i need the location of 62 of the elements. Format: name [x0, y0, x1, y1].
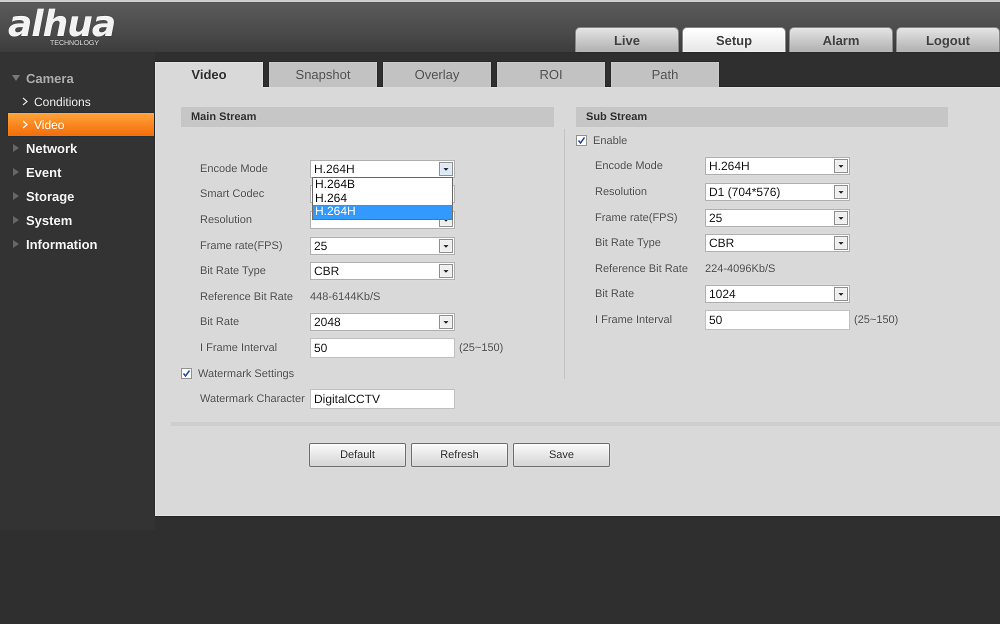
checkbox[interactable] [576, 135, 587, 146]
input-field[interactable]: DigitalCCTV [310, 389, 455, 410]
select-field[interactable]: CBR [310, 262, 455, 280]
input-field[interactable]: 50 [310, 338, 455, 358]
check-icon [182, 369, 191, 378]
sidebar-subitem[interactable]: Conditions [0, 90, 154, 113]
field-label: Resolution [200, 214, 253, 226]
checkbox[interactable] [181, 368, 192, 380]
sidebar-item[interactable]: Camera [26, 70, 74, 86]
range-hint: (25~150) [854, 314, 898, 326]
field-label: Frame rate(FPS) [595, 212, 679, 224]
select-field[interactable]: 25 [705, 208, 850, 227]
field-label: Reference Bit Rate [200, 290, 294, 303]
top-tab[interactable]: Alarm [789, 27, 893, 52]
field-label: Reference Bit Rate [595, 262, 689, 275]
field-label: Smart Codec [200, 188, 266, 200]
select-field[interactable]: 1024 [705, 285, 850, 304]
field-label: Encode Mode [200, 162, 269, 175]
sub-tab[interactable]: Overlay [383, 62, 491, 87]
chevron-icon [22, 97, 28, 106]
sub-tab[interactable]: Snapshot [269, 62, 377, 87]
field-value: 448-6144Kb/S [310, 290, 380, 303]
checkbox-label: Enable [593, 134, 628, 147]
section-header: Sub Stream [576, 107, 948, 127]
sidebar-item[interactable]: Network [26, 140, 78, 156]
select-field[interactable]: 2048 [310, 313, 455, 332]
action-button[interactable]: Default [309, 442, 406, 467]
field-label: I Frame Interval [200, 342, 278, 354]
sidebar-item[interactable]: Information [26, 236, 98, 252]
select-field[interactable]: CBR [705, 234, 850, 252]
field-label: I Frame Interval [595, 314, 674, 326]
top-tab[interactable]: Logout [896, 27, 1000, 52]
section-header: Main Stream [181, 107, 554, 127]
top-tab[interactable]: Live [575, 27, 679, 52]
field-label: Encode Mode [595, 160, 664, 172]
select-field[interactable]: H.264H [705, 157, 850, 176]
select-field[interactable]: D1 (704*576) [705, 182, 850, 201]
top-tab[interactable]: Setup [682, 27, 786, 52]
select-field[interactable]: 25 [310, 236, 455, 255]
field-label: Frame rate(FPS) [200, 240, 284, 252]
action-button[interactable]: Save [513, 442, 610, 467]
sub-tab[interactable]: Video [155, 62, 263, 87]
field-label: Watermark Character [200, 393, 306, 406]
sub-tab[interactable]: Path [611, 62, 719, 87]
field-label: Bit Rate Type [595, 237, 662, 250]
sidebar-item[interactable]: Storage [26, 188, 74, 204]
field-value: 224-4096Kb/S [705, 262, 776, 275]
expanded-triangle-icon[interactable] [12, 74, 20, 82]
sub-tab[interactable]: ROI [497, 62, 605, 87]
sidebar-item[interactable]: Event [26, 164, 62, 180]
field-label: Resolution [595, 186, 648, 198]
action-button[interactable]: Refresh [411, 442, 508, 467]
chevron-icon [22, 120, 28, 129]
sidebar-item[interactable]: System [26, 212, 72, 228]
checkbox-label: Watermark Settings [198, 368, 294, 380]
field-label: Bit Rate [595, 288, 636, 300]
select-field[interactable]: H.264H [310, 160, 455, 178]
input-field[interactable]: 50 [705, 310, 850, 330]
field-label: Bit Rate Type [200, 265, 267, 278]
field-label: Bit Rate [200, 316, 240, 328]
check-icon [577, 136, 586, 146]
range-hint: (25~150) [459, 342, 504, 354]
